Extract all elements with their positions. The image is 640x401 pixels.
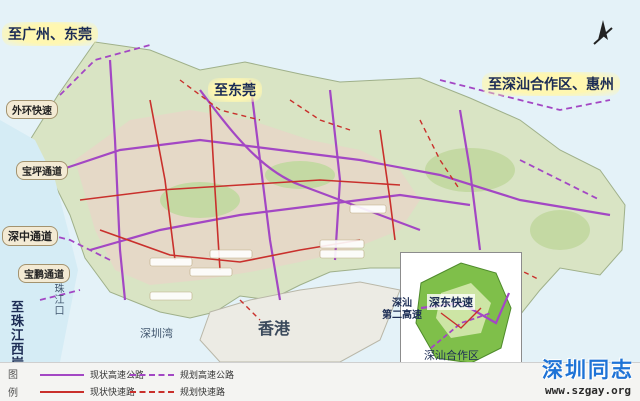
legend-heading-top: 图 xyxy=(8,370,18,381)
corridor-baopeng: 宝鹏通道 xyxy=(18,264,70,283)
corridor-shenzhong: 深中通道 xyxy=(2,226,58,246)
legend-key-planned-expressway xyxy=(130,373,174,376)
dest-dongguan: 至东莞 xyxy=(208,78,262,102)
dest-zhujiang-west: 至珠江西岸 xyxy=(8,300,23,370)
legend-label: 规划快速路 xyxy=(180,388,226,398)
watermark: 深圳同志 www.szgay.org xyxy=(542,354,634,397)
legend-label: 现状快速路 xyxy=(90,388,136,398)
dest-guangzhou-dongguan: 至广州、东莞 xyxy=(2,22,98,46)
legend-label: 规划高速公路 xyxy=(180,371,235,381)
shenzhen-road-map xyxy=(0,0,640,362)
legend-item-existing-fast-road: 现状快速路 xyxy=(40,385,135,398)
corridor-baoping: 宝坪通道 xyxy=(16,161,68,180)
map-stage: 至广州、东莞 至东莞 至深汕合作区、惠州 至珠江西岸 外环快速 宝坪通道 深中通… xyxy=(0,0,640,401)
legend-key-existing-expressway xyxy=(40,373,84,376)
inset-label-shenshan-second-expressway: 深汕 第二高速 xyxy=(382,298,422,321)
legend-key-existing-fast-road xyxy=(40,390,84,393)
dest-shenshan-huizhou: 至深汕合作区、惠州 xyxy=(482,72,620,96)
watermark-url: www.szgay.org xyxy=(544,384,632,397)
legend-item-existing-expressway: 现状高速公路 xyxy=(40,368,144,381)
legend-heading-bottom: 例 xyxy=(8,388,18,399)
north-arrow-icon xyxy=(590,18,616,52)
legend-item-planned-fast-road: 规划快速路 xyxy=(130,385,225,398)
inset-label-shenshan-zone: 深汕合作区 xyxy=(424,349,479,362)
legend-item-planned-expressway: 规划高速公路 xyxy=(130,368,234,381)
inset-label-shendong: 深东快速 xyxy=(427,294,475,310)
label-zhujiangkou: 珠江口 xyxy=(52,283,63,316)
corridor-waihuan: 外环快速 xyxy=(6,100,58,119)
label-hongkong: 香港 xyxy=(258,319,291,338)
label-shenzhen-bay: 深圳湾 xyxy=(140,327,173,340)
watermark-title: 深圳同志 xyxy=(542,358,634,382)
legend-key-planned-fast-road xyxy=(130,390,174,393)
